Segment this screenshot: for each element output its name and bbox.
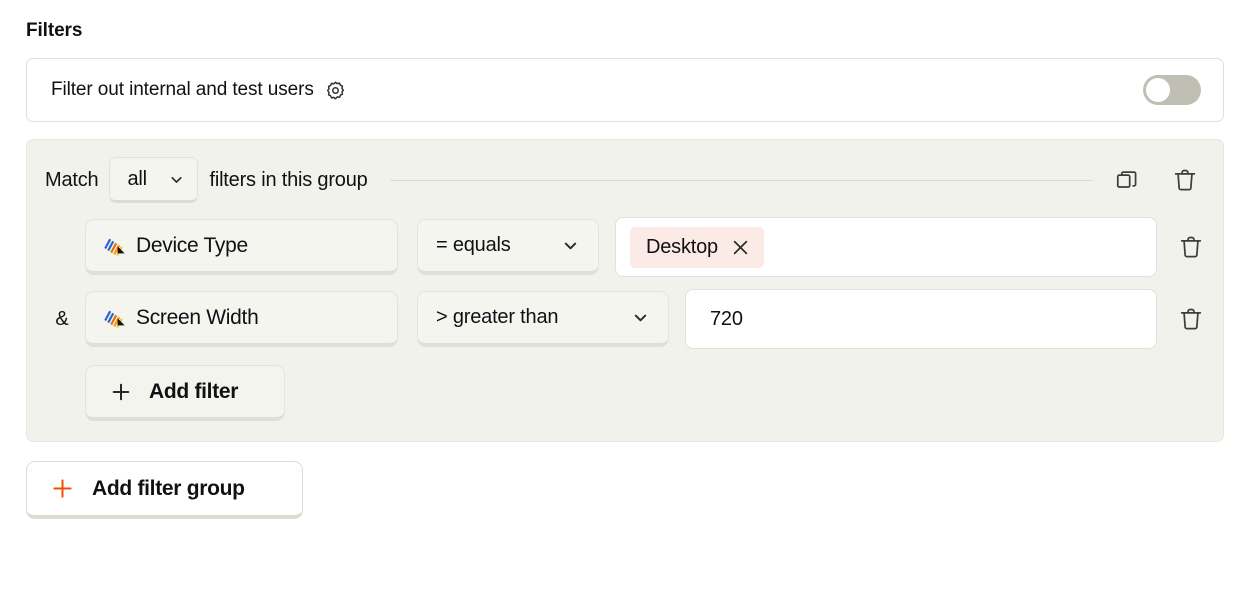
filter-row: Device Type = equals Desktop (45, 217, 1205, 277)
filter-property-label: Screen Width (136, 305, 259, 329)
page-title: Filters (26, 20, 83, 41)
internal-users-toggle[interactable] (1143, 75, 1201, 105)
filter-group: Match all filters in this group Device T… (26, 139, 1224, 442)
add-filter-label: Add filter (149, 379, 239, 403)
add-filter-button[interactable]: Add filter (85, 365, 285, 421)
group-actions (1113, 166, 1205, 194)
chevron-down-icon (561, 236, 580, 255)
filter-property-select[interactable]: Screen Width (85, 291, 398, 347)
filter-value-pill-text: Desktop (646, 235, 718, 258)
gear-icon[interactable] (325, 80, 346, 101)
filter-property-label: Device Type (136, 233, 248, 257)
add-filter-group-button[interactable]: Add filter group (26, 461, 303, 519)
delete-group-button[interactable] (1171, 166, 1199, 194)
filter-operator-select[interactable]: > greater than (417, 291, 669, 347)
close-icon[interactable] (730, 237, 751, 258)
filter-value-input[interactable]: 720 (685, 289, 1157, 349)
filter-operator-select[interactable]: = equals (417, 219, 599, 275)
internal-users-label-group: Filter out internal and test users (51, 79, 346, 101)
internal-users-label: Filter out internal and test users (51, 79, 314, 100)
match-prefix-label: Match (45, 168, 99, 191)
plus-icon (50, 476, 75, 501)
match-type-value: all (127, 167, 147, 190)
filter-conjunction: & (55, 307, 69, 330)
plus-icon (109, 380, 133, 404)
filter-value-input[interactable]: Desktop (615, 217, 1157, 277)
delete-filter-button[interactable] (1177, 305, 1205, 333)
internal-users-filter-card: Filter out internal and test users (26, 58, 1224, 122)
toggle-knob (1146, 78, 1170, 102)
duplicate-group-button[interactable] (1113, 166, 1141, 194)
add-filter-group-label: Add filter group (92, 476, 245, 500)
chevron-down-icon (168, 171, 185, 188)
match-suffix-label: filters in this group (209, 168, 368, 191)
property-type-string-icon (104, 236, 126, 256)
delete-filter-button[interactable] (1177, 233, 1205, 261)
property-type-string-icon (104, 308, 126, 328)
filters-panel: Filters Filter out internal and test use… (0, 0, 1250, 594)
filter-row: & Screen Width > greater than 720 (45, 289, 1205, 349)
filter-property-select[interactable]: Device Type (85, 219, 398, 275)
match-row: Match all filters in this group (45, 156, 1205, 204)
filter-value-text: 720 (710, 307, 743, 330)
filter-operator-label: > greater than (436, 306, 559, 328)
group-divider (389, 179, 1093, 181)
filter-value-pill: Desktop (630, 226, 764, 268)
filter-operator-label: = equals (436, 234, 511, 256)
match-type-select[interactable]: all (109, 157, 199, 203)
chevron-down-icon (631, 308, 650, 327)
